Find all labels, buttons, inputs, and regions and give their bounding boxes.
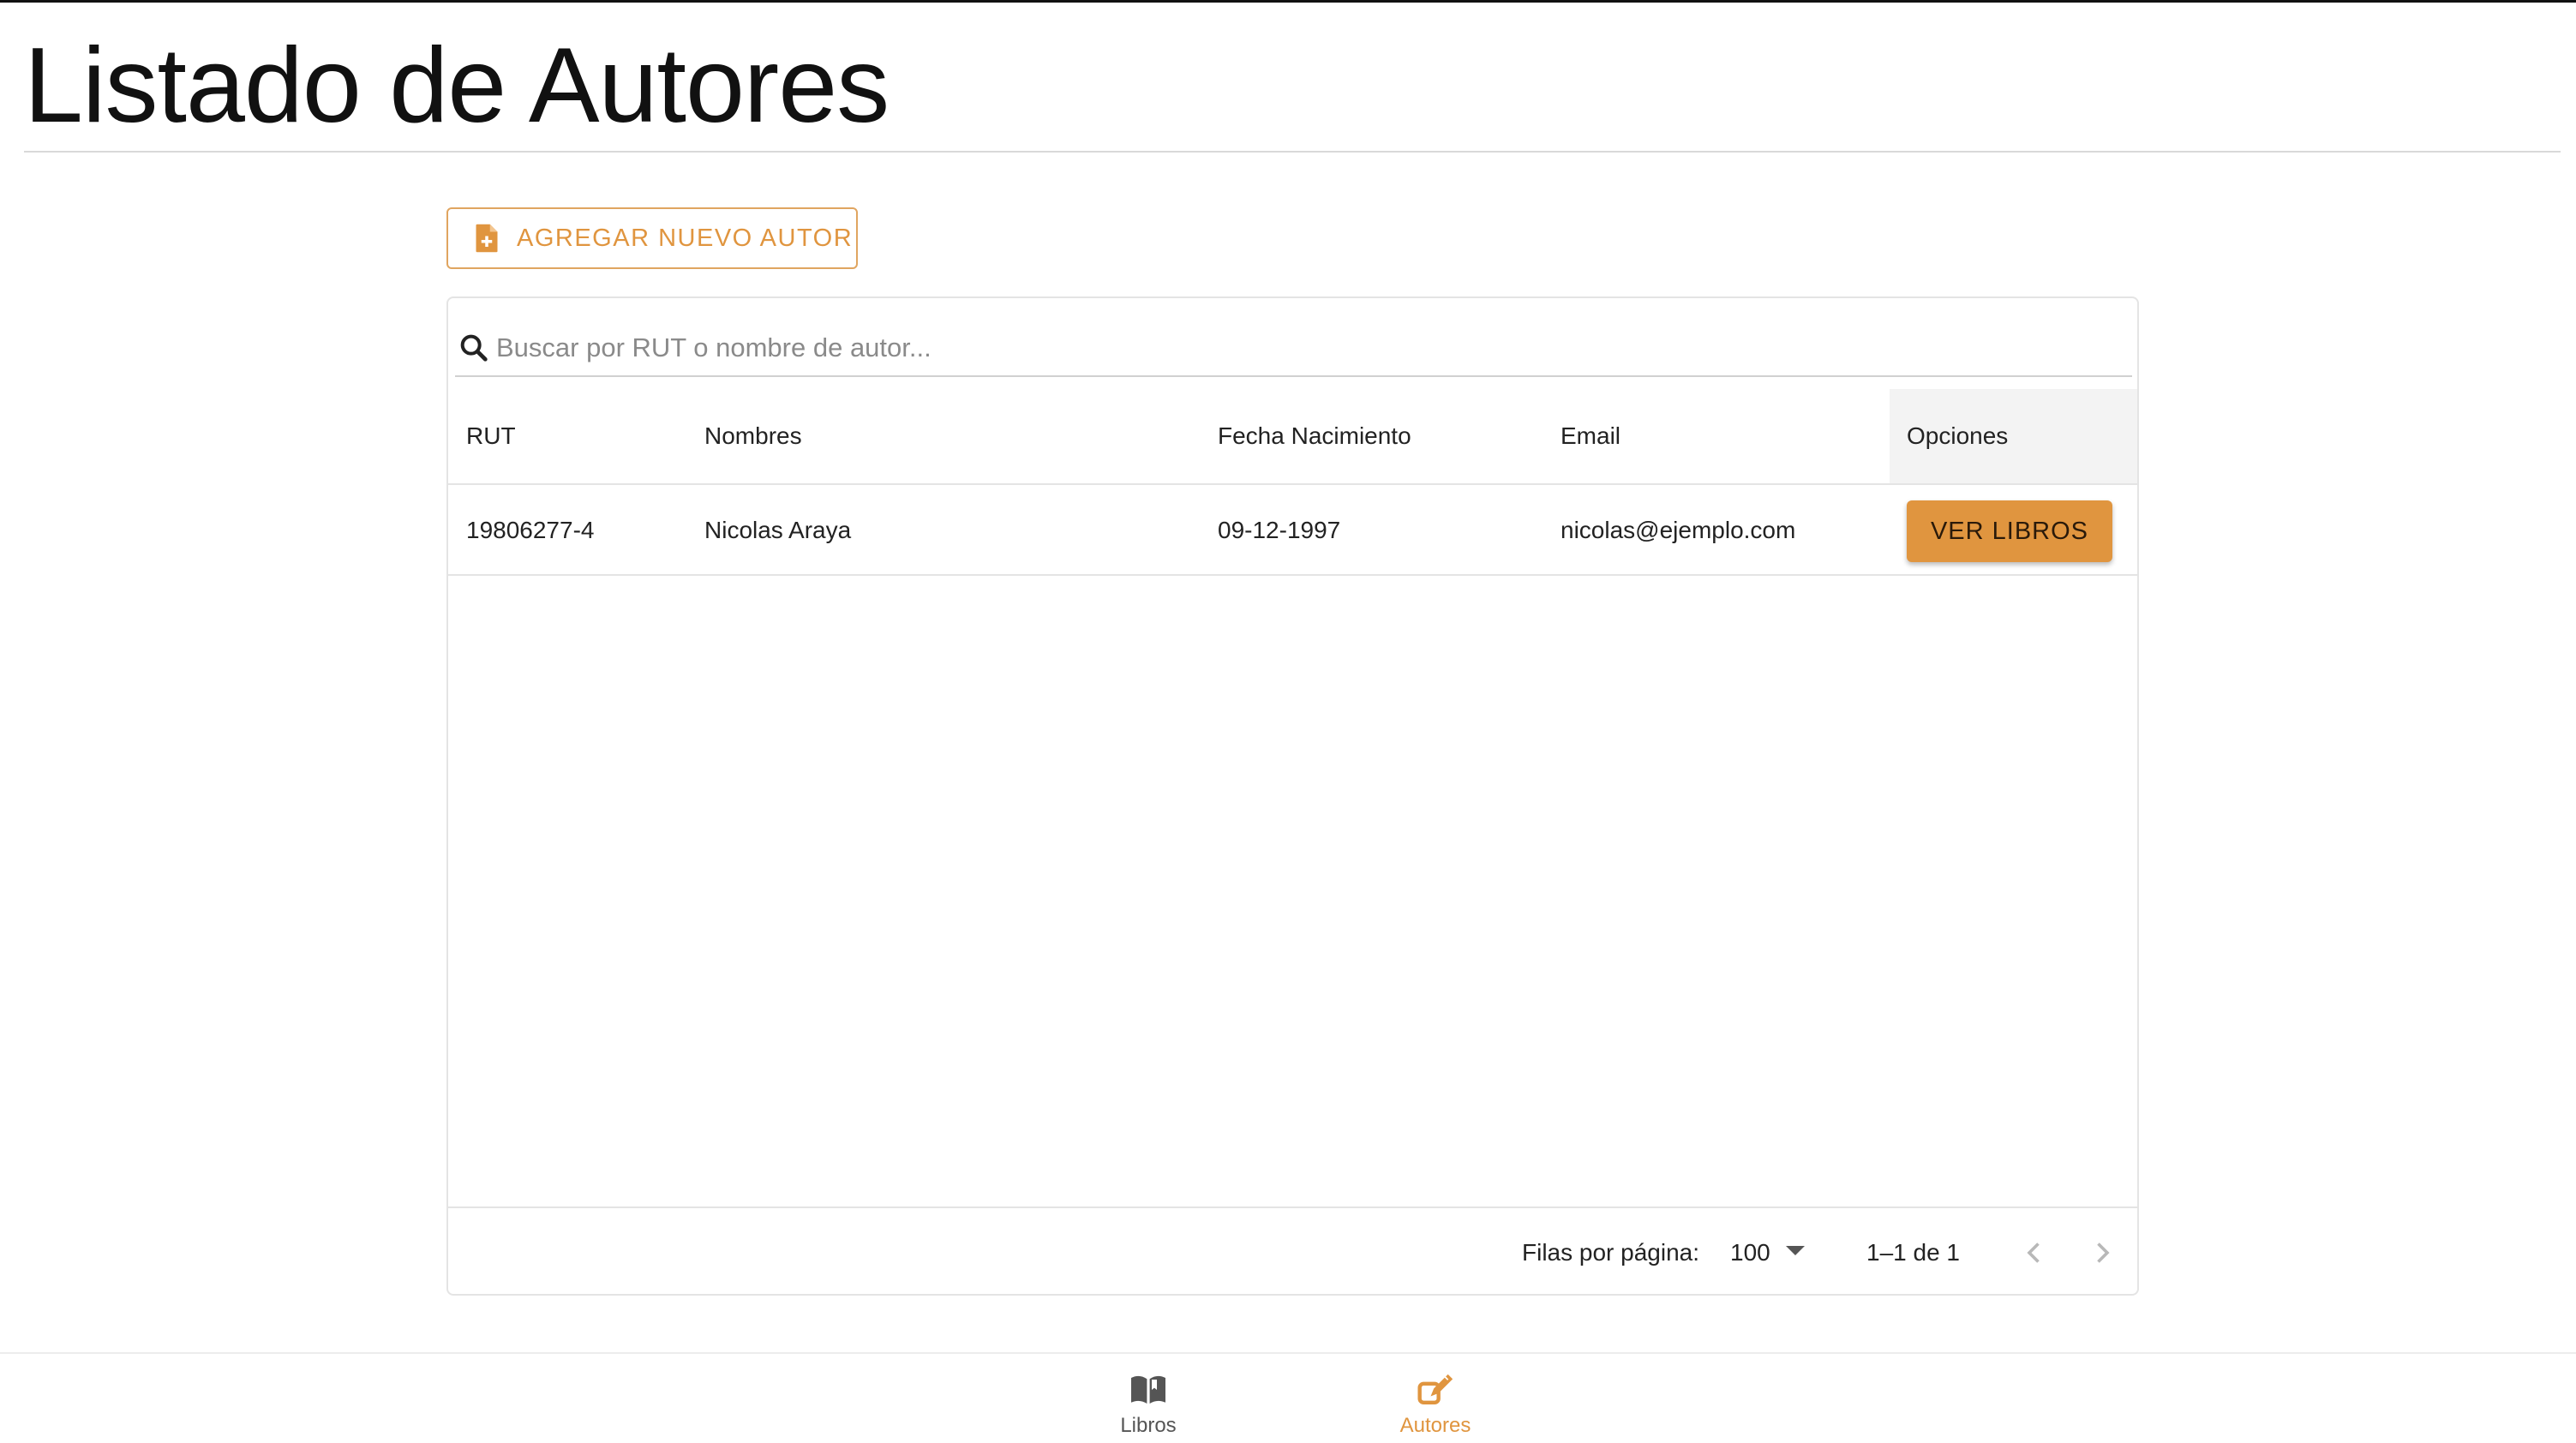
column-header-nombres[interactable]: Nombres [704, 389, 802, 483]
table-header: RUT Nombres Fecha Nacimiento Email Opcio… [448, 389, 2137, 485]
chevron-down-icon[interactable] [1786, 1246, 1805, 1255]
authors-table-card: RUT Nombres Fecha Nacimiento Email Opcio… [446, 296, 2139, 1296]
table-row[interactable]: 19806277-4 Nicolas Araya 09-12-1997 nico… [448, 485, 2137, 576]
search-bar [455, 320, 2132, 377]
column-header-rut[interactable]: RUT [466, 389, 516, 483]
search-icon [457, 331, 491, 365]
cell-nombres: Nicolas Araya [704, 517, 852, 543]
pagination-range: 1–1 de 1 [1866, 1239, 1960, 1266]
pagination: Filas por página: 100 1–1 de 1 [448, 1206, 2137, 1294]
search-input[interactable] [496, 324, 2107, 372]
cell-rut: 19806277-4 [466, 517, 595, 543]
title-divider [24, 151, 2561, 153]
rows-per-page-label: Filas por página: [1522, 1239, 1700, 1266]
column-header-email[interactable]: Email [1561, 389, 1620, 483]
nav-label-libros: Libros [1120, 1414, 1177, 1437]
view-books-button[interactable]: VER LIBROS [1907, 500, 2112, 562]
page-title: Listado de Autores [24, 27, 890, 145]
column-header-fecha[interactable]: Fecha Nacimiento [1218, 389, 1411, 483]
cell-email: nicolas@ejemplo.com [1561, 517, 1796, 543]
next-page-icon[interactable] [2087, 1237, 2118, 1268]
edit-pen-icon [1415, 1373, 1456, 1410]
cell-fecha: 09-12-1997 [1218, 517, 1341, 543]
book-icon [1128, 1373, 1169, 1410]
nav-item-autores[interactable]: Autores [1384, 1354, 1487, 1443]
nav-label-autores: Autores [1399, 1414, 1471, 1437]
file-add-icon [474, 223, 500, 254]
add-author-label: AGREGAR NUEVO AUTOR [517, 224, 854, 252]
add-author-button[interactable]: AGREGAR NUEVO AUTOR [446, 207, 858, 269]
bottom-navigation: Libros Autores [0, 1352, 2576, 1443]
nav-item-libros[interactable]: Libros [1105, 1354, 1191, 1443]
rows-per-page-select[interactable]: 100 [1730, 1208, 1770, 1294]
previous-page-icon[interactable] [2019, 1237, 2050, 1268]
top-border [0, 0, 2576, 3]
column-header-opciones: Opciones [1907, 422, 2009, 449]
